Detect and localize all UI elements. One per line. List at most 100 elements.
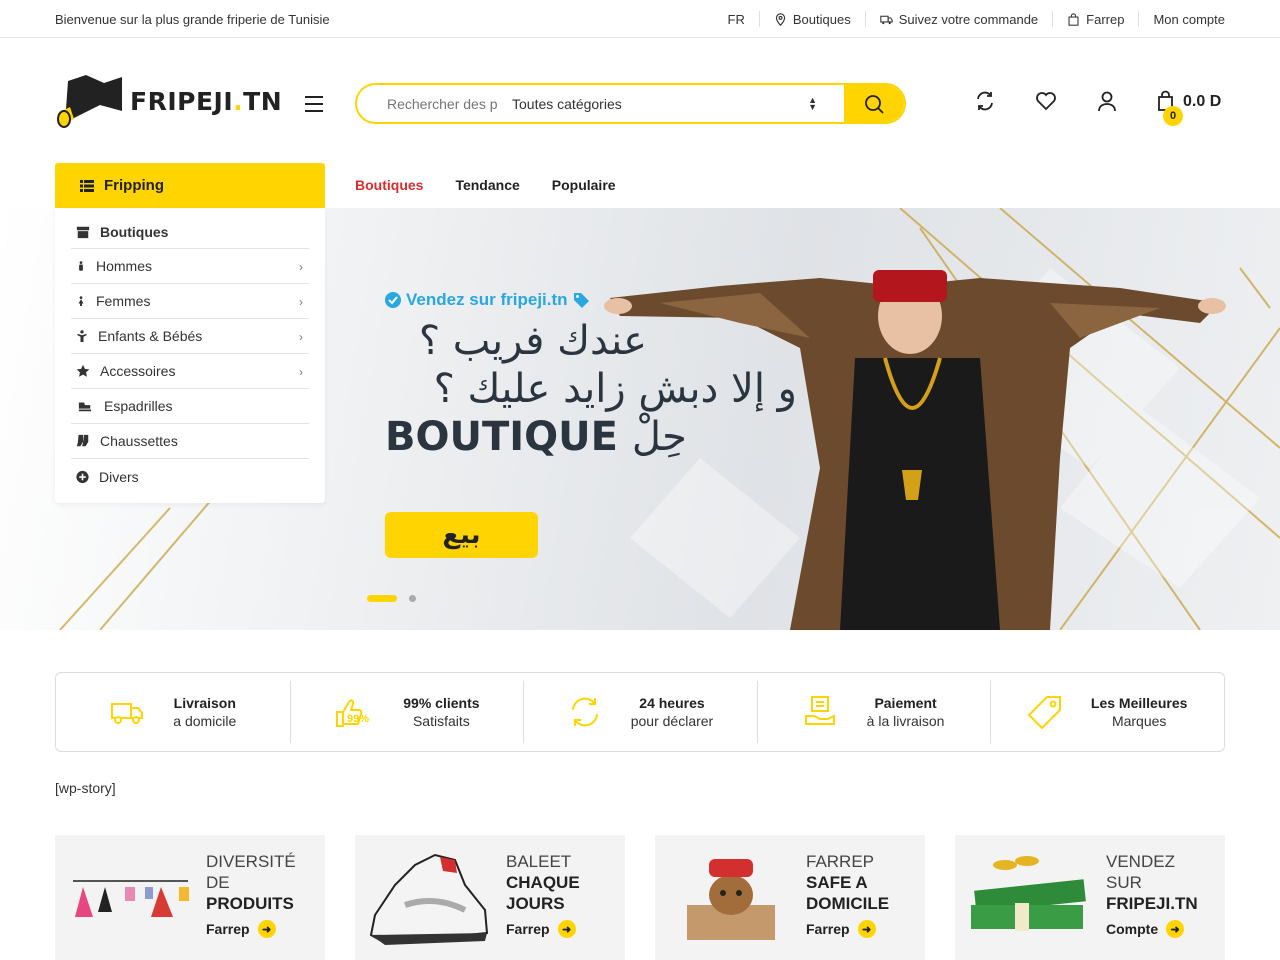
feature-title: 24 heures	[639, 695, 705, 711]
payment-icon	[804, 696, 835, 725]
promo-card-sell[interactable]: VENDEZ SUR FRIPEJI.TN Compte ➜	[955, 835, 1225, 960]
banner-headline-3: BOUTIQUE حِلْ	[385, 414, 687, 460]
stores-label: Boutiques	[792, 11, 851, 27]
site-logo[interactable]: FRIPEJI.TN	[56, 73, 282, 129]
banner-headline-2: و إلا دبش زايد عليك ؟	[433, 366, 797, 412]
slider-dot-active[interactable]	[367, 595, 397, 602]
heart-icon	[1036, 92, 1056, 111]
banner-headline-ar: حِلْ	[631, 414, 687, 460]
chevron-right-icon: ›	[299, 260, 303, 274]
menu-toggle-icon[interactable]	[305, 96, 323, 112]
category-item-divers[interactable]: Divers	[71, 459, 309, 494]
chevron-right-icon: ›	[299, 330, 303, 344]
promo-link-label: Farrep	[506, 921, 550, 937]
promo-card-link[interactable]: Farrep ➜	[206, 920, 276, 938]
chevron-right-icon: ›	[299, 295, 303, 309]
cart-count-badge: 0	[1163, 106, 1183, 126]
nav-link-boutiques[interactable]: Boutiques	[355, 177, 423, 193]
category-item-hommes[interactable]: Hommes ›	[71, 249, 309, 284]
category-menu-button[interactable]: Fripping	[55, 163, 325, 208]
arrow-right-icon: ➜	[1166, 920, 1185, 938]
track-order-link[interactable]: Suivez votre commande	[864, 11, 1052, 27]
feature-24h: 24 heures pour déclarer	[523, 673, 757, 751]
nav-link-tendance[interactable]: Tendance	[455, 177, 519, 193]
promo-cards: DIVERSITÉ DE PRODUITS Farrep ➜ BALEET CHA…	[55, 835, 1225, 960]
category-item-chaussettes[interactable]: Chaussettes	[71, 424, 309, 459]
feature-title: Livraison	[173, 695, 236, 711]
compare-button[interactable]	[974, 90, 996, 117]
brand-main: FRIPEJI	[130, 86, 234, 116]
promo-line-2: SUR	[1106, 873, 1142, 892]
promo-line-2: DE	[206, 873, 230, 892]
chevron-right-icon: ›	[299, 365, 303, 379]
category-select[interactable]: Toutes catégories ▲ ▼	[497, 85, 827, 122]
wishlist-button[interactable]	[1035, 90, 1057, 117]
search-button[interactable]	[844, 85, 904, 122]
farrep-link[interactable]: Farrep	[1052, 11, 1138, 27]
feature-subtitle: à la livraison	[866, 713, 945, 729]
search-bar: Toutes catégories ▲▼	[355, 83, 906, 124]
promo-card-farrep[interactable]: FARREP SAFE A DOMICILE Farrep ➜	[655, 835, 925, 960]
promo-line-3: DOMICILE	[806, 894, 890, 913]
category-button-label: Fripping	[104, 177, 164, 194]
language-switch[interactable]: FR	[714, 11, 759, 27]
promo-card-text: FARREP SAFE A DOMICILE	[806, 851, 889, 914]
promo-card-diversity[interactable]: DIVERSITÉ DE PRODUITS Farrep ➜	[55, 835, 325, 960]
arrow-right-icon: ➜	[557, 920, 576, 938]
main-nav: Boutiques Tendance Populaire	[355, 177, 616, 193]
category-label: Boutiques	[100, 224, 169, 240]
promo-card-link[interactable]: Farrep ➜	[506, 920, 576, 938]
promo-line-3: FRIPEJI.TN	[1106, 894, 1198, 913]
promo-line-1: FARREP	[806, 852, 875, 871]
stores-link[interactable]: Boutiques	[758, 11, 865, 27]
slider-dot[interactable]	[409, 595, 416, 602]
category-item-enfants[interactable]: Enfants & Bébés ›	[71, 319, 309, 354]
user-icon	[1098, 91, 1116, 112]
top-bar: Bienvenue sur la plus grande friperie de…	[0, 0, 1280, 38]
category-select-value: Toutes catégories	[512, 95, 622, 112]
banner-tag: Vendez sur fripeji.tn	[385, 290, 591, 310]
feature-title: Paiement	[874, 695, 937, 711]
promo-line-3: PRODUITS	[206, 894, 294, 913]
brand-tld: TN	[243, 86, 283, 116]
promo-card-link[interactable]: Farrep ➜	[806, 920, 876, 938]
megaphone-logo-icon	[57, 75, 122, 128]
category-item-femmes[interactable]: Femmes ›	[71, 284, 309, 319]
promo-card-sneaker[interactable]: BALEET CHAQUE JOURS Farrep ➜	[355, 835, 625, 960]
promo-line-1: VENDEZ	[1106, 852, 1175, 871]
promo-card-link[interactable]: Compte ➜	[1106, 920, 1185, 938]
refresh-icon	[571, 697, 598, 727]
promo-line-1: BALEET	[506, 852, 572, 871]
category-label: Enfants & Bébés	[98, 328, 203, 344]
category-label: Chaussettes	[100, 433, 178, 449]
truck-icon	[111, 703, 144, 724]
promo-line-2: SAFE A	[806, 873, 868, 892]
nav-link-populaire[interactable]: Populaire	[552, 177, 616, 193]
promo-line-3: JOURS	[506, 894, 565, 913]
banner-sell-button[interactable]: بيع	[385, 512, 538, 558]
feature-payment: Paiement à la livraison	[756, 673, 991, 751]
account-button[interactable]	[1096, 90, 1118, 117]
category-item-accessoires[interactable]: Accessoires ›	[71, 354, 309, 389]
category-item-boutiques[interactable]: Boutiques	[71, 216, 309, 249]
cart-total[interactable]: 0.0 D	[1183, 93, 1221, 111]
search-icon	[865, 94, 884, 114]
feature-subtitle: a domicile	[173, 713, 237, 729]
star-icon	[76, 364, 90, 377]
model-photo	[604, 270, 1226, 630]
plus-circle-icon	[76, 470, 89, 483]
female-icon	[78, 296, 84, 306]
compare-icon	[977, 91, 993, 111]
features-bar: Livraison a domicile 99% 99% clients Satis…	[55, 672, 1225, 752]
sneaker-image	[369, 853, 489, 945]
tags-icon	[573, 293, 589, 308]
search-input[interactable]	[357, 85, 497, 122]
promo-card-text: VENDEZ SUR FRIPEJI.TN	[1106, 851, 1198, 914]
satisfaction-badge: 99%	[347, 713, 369, 725]
thumbs-up-icon: 99%	[336, 699, 369, 727]
arrow-right-icon: ➜	[257, 920, 276, 938]
category-item-espadrilles[interactable]: Espadrilles	[71, 389, 309, 424]
promo-line-2: CHAQUE	[506, 873, 580, 892]
welcome-text: Bienvenue sur la plus grande friperie de…	[55, 12, 330, 27]
my-account-link[interactable]: Mon compte	[1138, 11, 1225, 27]
